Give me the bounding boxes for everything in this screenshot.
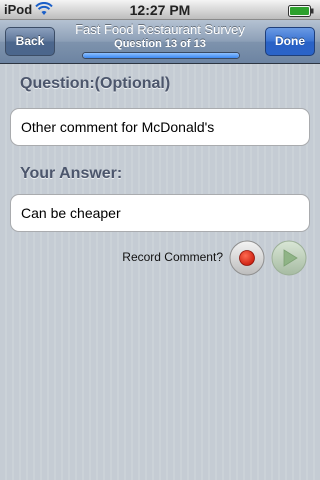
back-button[interactable]: Back [5,27,55,56]
answer-field[interactable]: Can be cheaper [10,194,310,232]
question-label: Question:(Optional) [20,75,171,92]
status-bar: iPod 12:27 PM [0,0,320,20]
clock: 12:27 PM [129,2,191,18]
answer-label: Your Answer: [20,165,123,182]
record-comment-label: Record Comment? [122,250,223,264]
done-button[interactable]: Done [265,27,315,56]
play-button[interactable] [271,240,307,276]
survey-progress-bar [82,52,240,59]
play-icon [271,240,307,276]
question-text-box: Other comment for McDonald's [10,108,310,146]
record-icon [229,240,265,276]
survey-title: Fast Food Restaurant Survey [75,22,245,37]
navigation-bar: Back Fast Food Restaurant Survey Questio… [0,20,320,64]
question-counter: Question 13 of 13 [114,38,206,50]
record-button[interactable] [229,240,265,276]
survey-progress-fill [83,53,239,58]
